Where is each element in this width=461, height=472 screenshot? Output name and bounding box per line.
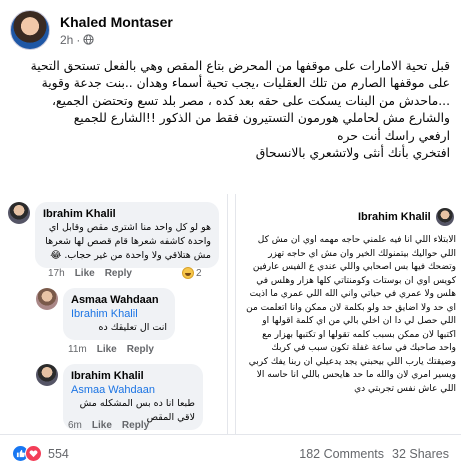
comment-bubble: Asmaa Wahdaan Ibrahim Khalil انت ال تعلي… — [63, 288, 175, 340]
like-link: Like — [96, 344, 117, 355]
post-time[interactable]: 2h — [60, 33, 73, 47]
haha-emoji-icon — [181, 267, 194, 279]
commenter-avatar — [36, 288, 58, 310]
comment-mention: Asmaa Wahdaan — [71, 384, 155, 396]
author-name[interactable]: Khaled Montaser — [60, 14, 173, 31]
reply-link: Reply — [126, 344, 154, 355]
post-body: قبل تحية الامارات على موقفها من المحرض ب… — [12, 58, 450, 162]
comment-react-count: 2 — [195, 267, 202, 279]
post-header: Khaled Montaser 2h · — [10, 10, 173, 50]
comments-count[interactable]: 182 Comments — [299, 447, 384, 461]
comment-mention: Ibrahim Khalil — [71, 308, 138, 320]
like-link: Like — [91, 420, 112, 431]
shares-count[interactable]: 32 Shares — [392, 447, 449, 461]
comment-time: 6m — [68, 420, 82, 431]
commenter-name: Ibrahim Khalil — [43, 208, 116, 220]
comment-text: انت ال تعليقك ده — [98, 322, 167, 333]
screenshot-post-header: Ibrahim Khalil — [358, 208, 454, 226]
reply-link: Reply — [121, 420, 150, 431]
meta-dot: · — [76, 32, 81, 47]
commenter-avatar — [8, 202, 30, 224]
attached-image-comments[interactable]: Ibrahim Khalil هو لو كل واحد منا اشترى م… — [0, 194, 228, 434]
post-paragraph: افتخري بأنك أنثى ولاتشعري بالانسحاق — [255, 146, 450, 161]
post-footer: 554 182 Comments 32 Shares — [0, 434, 461, 472]
comment-2-actions: 11m Like Reply — [68, 344, 154, 355]
commenter-name: Ibrahim Khalil — [71, 370, 144, 382]
reply-link: Reply — [104, 267, 132, 279]
comment-time: 17h — [48, 267, 65, 279]
reactions-count: 554 — [48, 446, 69, 461]
screenshot-author-avatar — [435, 208, 454, 226]
globe-icon — [83, 34, 94, 45]
commenter-name: Asmaa Wahdaan — [71, 294, 159, 306]
like-link: Like — [74, 267, 95, 279]
screenshot-author-name: Ibrahim Khalil — [358, 211, 431, 223]
reactions-summary[interactable]: 554 — [12, 445, 69, 462]
comment-time: 11m — [68, 344, 87, 355]
comment-2: Asmaa Wahdaan Ibrahim Khalil انت ال تعلي… — [36, 288, 175, 340]
commenter-avatar — [36, 364, 58, 386]
comment-3-actions: 6m Like Reply — [68, 420, 149, 431]
love-reaction-icon — [25, 445, 42, 462]
comment-bubble: Ibrahim Khalil هو لو كل واحد منا اشترى م… — [35, 202, 219, 268]
post-paragraph: قبل تحية الامارات على موقفها من المحرض ب… — [30, 59, 450, 126]
comment-1-actions: 17h Like Reply 2 — [48, 267, 202, 279]
comment-1: Ibrahim Khalil هو لو كل واحد منا اشترى م… — [8, 202, 219, 268]
post-paragraph: ارفعي راسك أنت حره — [337, 128, 450, 143]
screenshot-post-text: الابتلاء اللي انا فيه علمني حاجه مهمه او… — [246, 235, 456, 394]
author-avatar[interactable] — [10, 10, 50, 50]
attached-image-post[interactable]: Ibrahim Khalil الابتلاء اللي انا فيه علم… — [235, 194, 461, 434]
comment-text: هو لو كل واحد منا اشترى مقص وقابل اي واح… — [45, 222, 211, 261]
post-meta: 2h · — [60, 33, 173, 47]
